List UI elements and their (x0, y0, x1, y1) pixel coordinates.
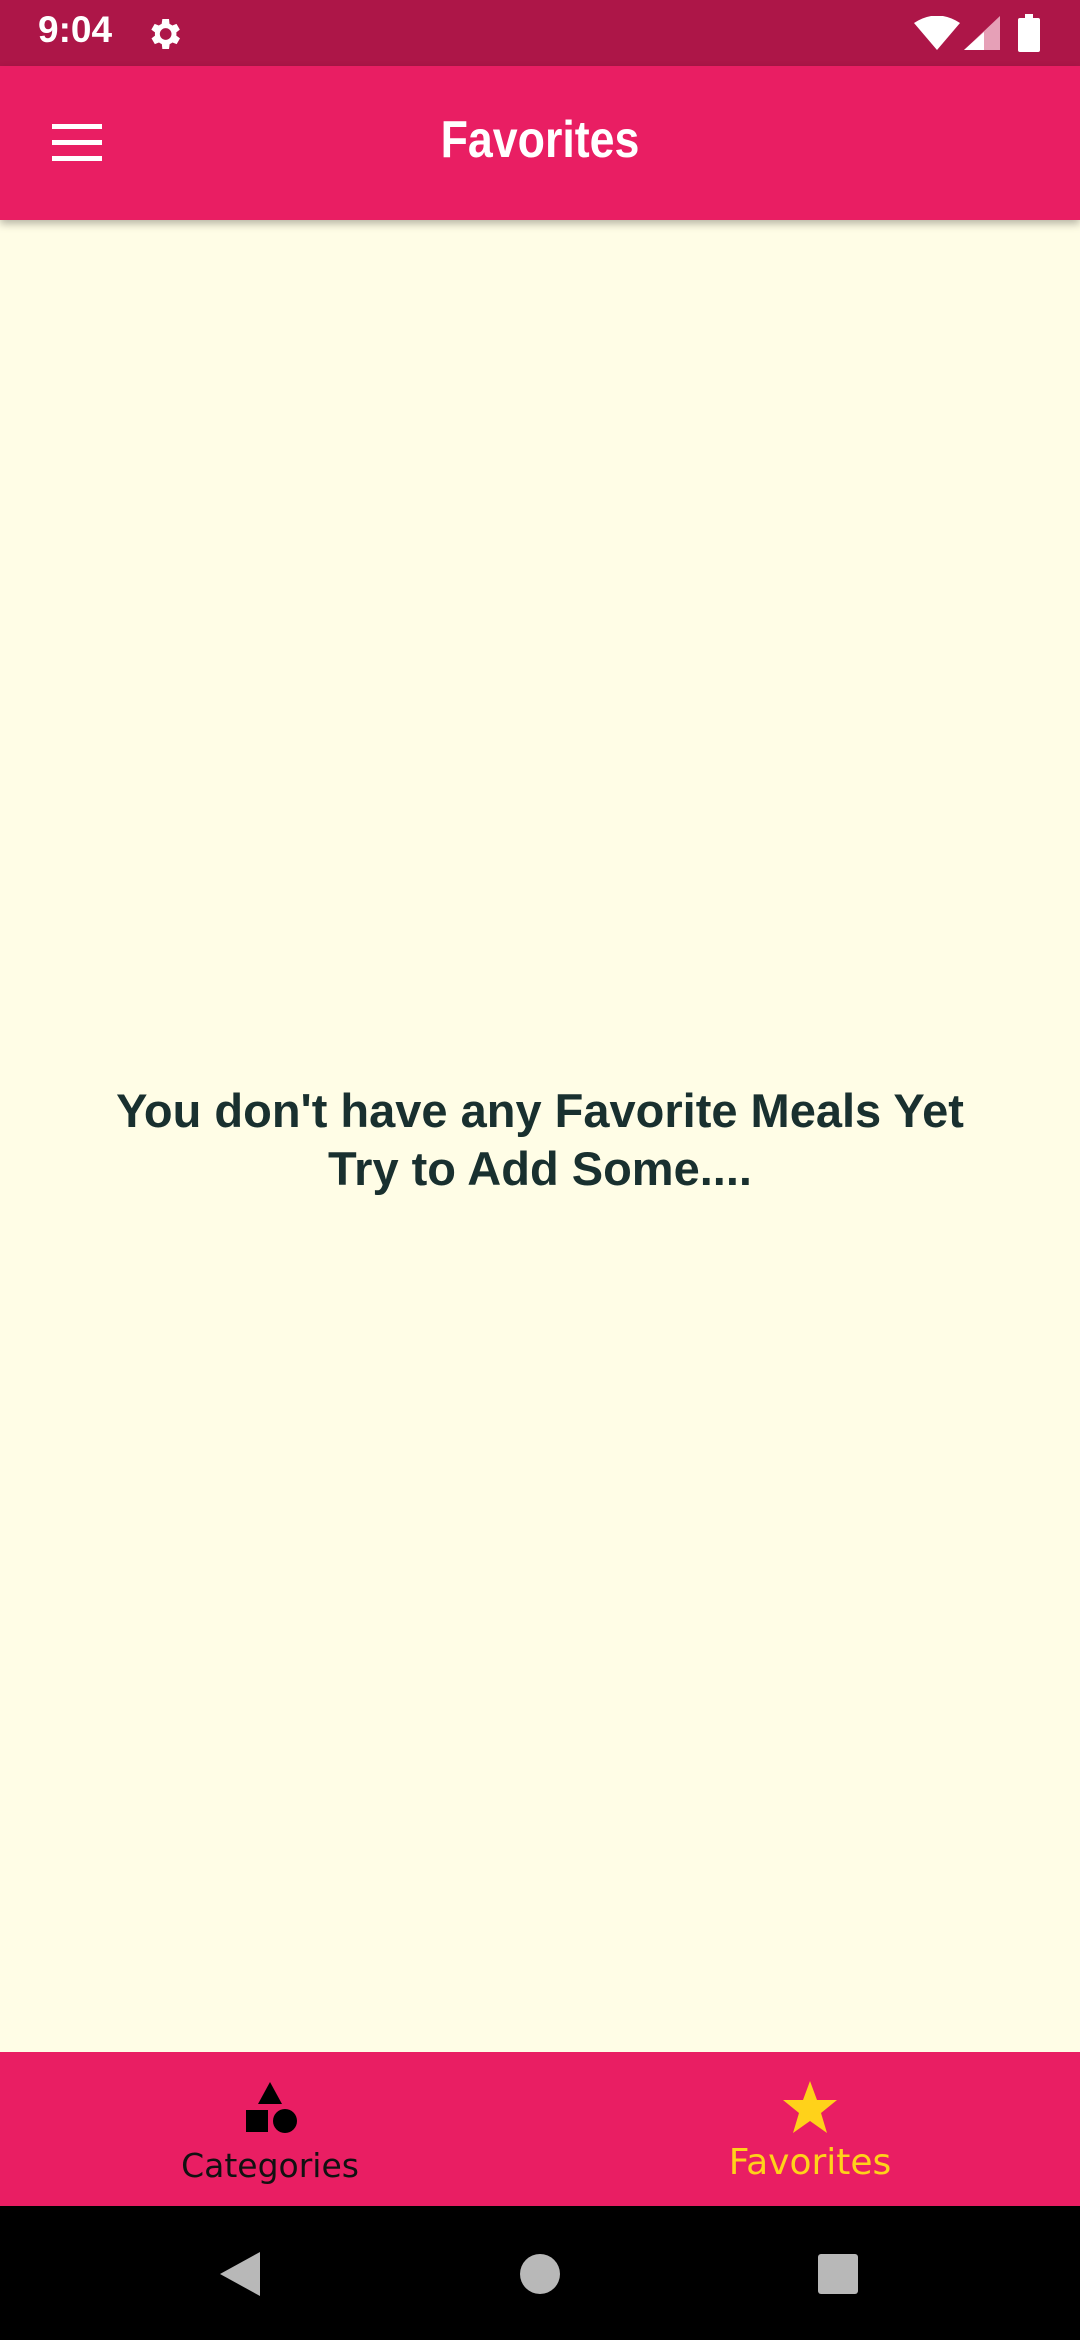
nav-label-categories: Categories (181, 2146, 359, 2185)
bottom-navigation: Categories Favorites (0, 2052, 1080, 2206)
nav-item-favorites[interactable]: Favorites (540, 2052, 1080, 2206)
settings-icon (144, 14, 184, 54)
back-icon (220, 2252, 260, 2296)
categories-icon (246, 2082, 297, 2133)
status-time: 9:04 (38, 9, 113, 50)
home-button[interactable] (510, 2244, 570, 2304)
empty-state-line-1: You don't have any Favorite Meals Yet (116, 1084, 964, 1137)
app-bar: Favorites (0, 66, 1080, 220)
recents-icon (818, 2254, 858, 2294)
page-title: Favorites (440, 111, 640, 169)
favorites-content: You don't have any Favorite Meals Yet Tr… (0, 220, 1080, 2052)
system-navigation-bar (0, 2206, 1080, 2340)
home-icon (520, 2254, 560, 2294)
nav-label-favorites: Favorites (728, 2142, 892, 2183)
empty-state-message: You don't have any Favorite Meals Yet Tr… (0, 1082, 1080, 1198)
status-bar: 9:04 (0, 0, 1080, 66)
battery-icon (1018, 14, 1040, 52)
wifi-icon (914, 15, 960, 50)
nav-item-categories[interactable]: Categories (0, 2052, 540, 2206)
star-icon (783, 2081, 837, 2133)
recents-button[interactable] (808, 2244, 868, 2304)
back-button[interactable] (210, 2244, 270, 2304)
signal-icon (964, 16, 1000, 50)
empty-state-line-2: Try to Add Some.... (328, 1142, 752, 1195)
